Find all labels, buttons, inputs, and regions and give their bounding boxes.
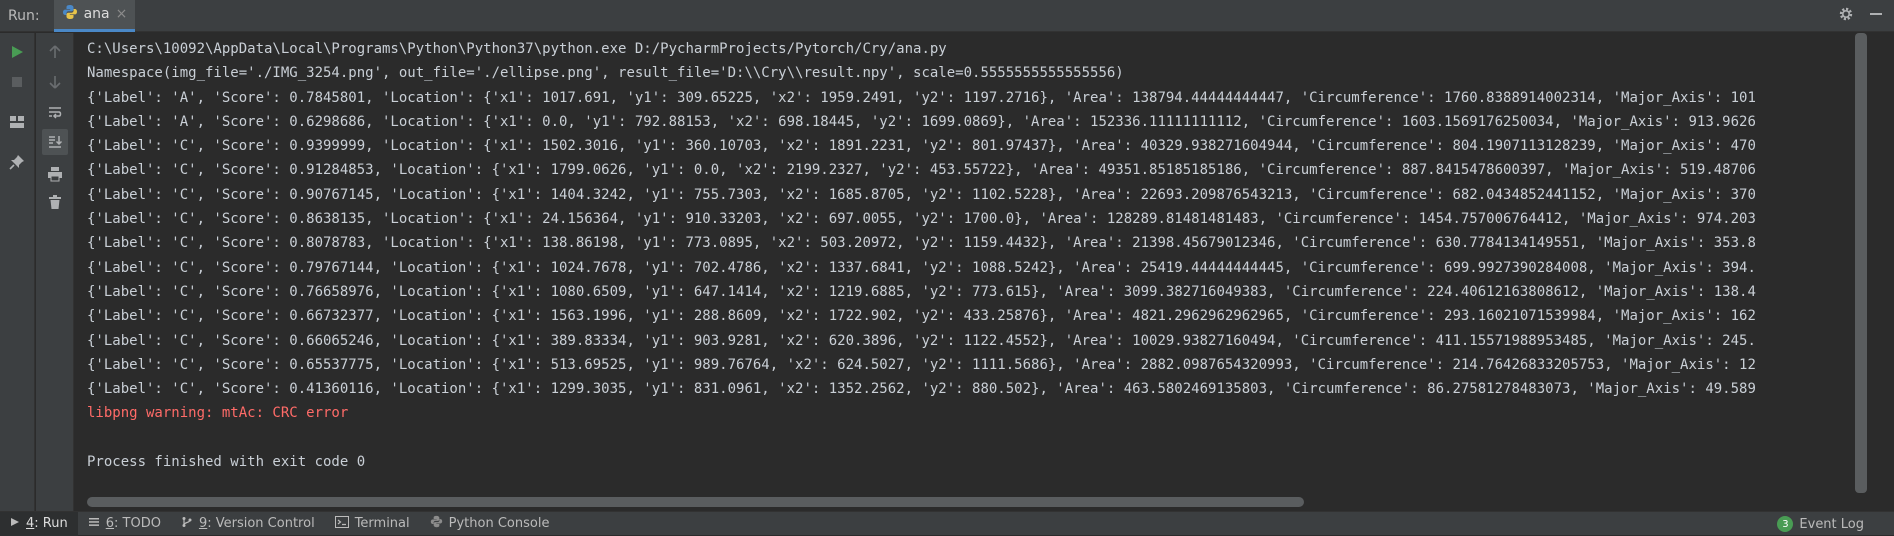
gear-icon[interactable] [1838,6,1854,26]
run-tab-ana[interactable]: ana × [53,0,136,32]
tool-tab-version-control[interactable]: 9: Version Control [171,512,325,536]
event-log-button[interactable]: 3 Event Log [1777,512,1864,536]
console-error-line: libpng warning: mtAc: CRC error [87,405,349,422]
tool-tab-terminal-label: Terminal [354,516,410,531]
trash-icon[interactable] [42,189,68,215]
close-icon[interactable]: × [116,6,128,22]
console-line: {'Label': 'C', 'Score': 0.66065246, 'Loc… [87,332,1756,349]
console-line: Process finished with exit code 0 [87,454,366,471]
branch-icon [181,516,193,532]
scroll-to-end-icon[interactable] [42,129,68,155]
console-line: Namespace(img_file='./IMG_3254.png', out… [87,65,1124,82]
python-icon [62,4,78,24]
tool-tab-python-console[interactable]: Python Console [420,512,560,536]
console-line: {'Label': 'C', 'Score': 0.76658976, 'Loc… [87,283,1756,300]
layout-icon[interactable] [4,109,30,135]
pin-icon[interactable] [4,149,30,175]
todo-icon [88,516,100,532]
arrow-up-icon[interactable] [42,39,68,65]
horizontal-scrollbar[interactable] [87,497,1304,507]
console-line: {'Label': 'C', 'Score': 0.79767144, 'Loc… [87,259,1756,276]
tool-tab-terminal[interactable]: Terminal [325,512,420,536]
run-tab-label: ana [83,6,110,22]
console-line: {'Label': 'A', 'Score': 0.6298686, 'Loca… [87,113,1756,130]
python-console-icon [430,515,443,532]
console-line: {'Label': 'C', 'Score': 0.8078783, 'Loca… [87,235,1756,252]
tool-tab-todo-number: 6 [105,516,115,531]
tool-tab-python-console-label: Python Console [448,516,550,531]
vertical-scrollbar[interactable] [1855,33,1867,493]
console-line: C:\Users\10092\AppData\Local\Programs\Py… [87,41,947,57]
play-icon[interactable] [4,39,30,65]
console-line: {'Label': 'C', 'Score': 0.9399999, 'Loca… [87,138,1756,155]
run-toolwindow-header: Run: ana × [0,0,1894,32]
minimize-icon[interactable] [1868,6,1884,26]
tool-tab-vcs-number: 9 [198,516,208,531]
tool-tab-run-label: : Run [34,516,68,531]
console-line: {'Label': 'C', 'Score': 0.66732377, 'Loc… [87,308,1756,325]
terminal-icon [334,515,349,532]
event-log-label: Event Log [1799,516,1864,532]
stop-icon[interactable] [4,69,30,95]
event-log-count-badge: 3 [1777,516,1794,532]
tool-tab-todo[interactable]: 6: TODO [78,512,171,536]
console-toolbar [36,33,74,511]
soft-wrap-icon[interactable] [42,99,68,125]
console-line: {'Label': 'C', 'Score': 0.90767145, 'Loc… [87,186,1756,203]
console-output[interactable]: C:\Users\10092\AppData\Local\Programs\Py… [75,33,1855,499]
console-line: {'Label': 'C', 'Score': 0.8638135, 'Loca… [87,211,1756,228]
tool-tab-todo-label: : TODO [114,516,161,531]
print-icon[interactable] [42,161,68,187]
console-line: {'Label': 'C', 'Score': 0.91284853, 'Loc… [87,162,1756,179]
run-label: Run: [8,7,40,24]
play-small-icon [10,516,20,531]
tool-tab-run[interactable]: 4: Run [0,511,78,536]
console-line: {'Label': 'C', 'Score': 0.65537775, 'Loc… [87,356,1756,373]
run-toolbar [0,33,35,511]
tool-tab-vcs-label: : Version Control [207,516,315,531]
console-line: {'Label': 'A', 'Score': 0.7845801, 'Loca… [87,89,1756,106]
arrow-down-icon[interactable] [42,69,68,95]
console-line: {'Label': 'C', 'Score': 0.41360116, 'Loc… [87,381,1756,398]
tool-window-bar: 4: Run 6: TODO 9: Version Control Termin… [0,511,1894,536]
